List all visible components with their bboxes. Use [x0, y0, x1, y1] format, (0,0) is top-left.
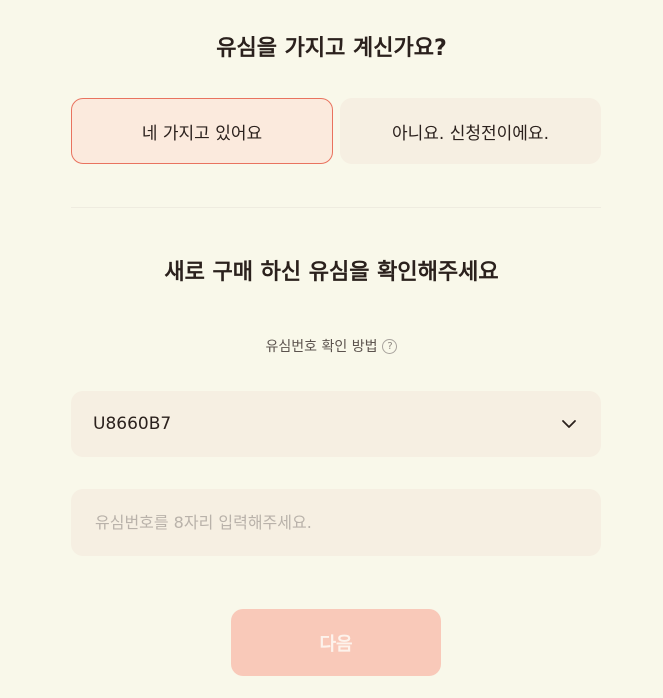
usim-select-value: U8660B7 — [93, 414, 172, 434]
question-title: 유심을 가지고 계신가요? — [216, 36, 447, 61]
chevron-down-icon — [562, 420, 576, 428]
usim-help-label: 유심번호 확인 방법 — [265, 339, 378, 355]
usim-help-row: 유심번호 확인 방법 ? — [0, 336, 663, 356]
confirm-usim-title: 새로 구매 하신 유심을 확인해주세요 — [164, 260, 499, 285]
question-icon[interactable]: ? — [382, 338, 398, 354]
option-yes-button[interactable]: 네 가지고 있어요 — [71, 98, 333, 164]
usim-number-input[interactable] — [93, 512, 579, 533]
usim-select[interactable]: U8660B7 — [71, 391, 601, 457]
divider — [71, 207, 601, 208]
next-button[interactable]: 다음 — [231, 609, 441, 676]
usim-number-field-wrapper — [71, 489, 601, 556]
option-no-button[interactable]: 아니요. 신청전이에요. — [340, 98, 601, 164]
